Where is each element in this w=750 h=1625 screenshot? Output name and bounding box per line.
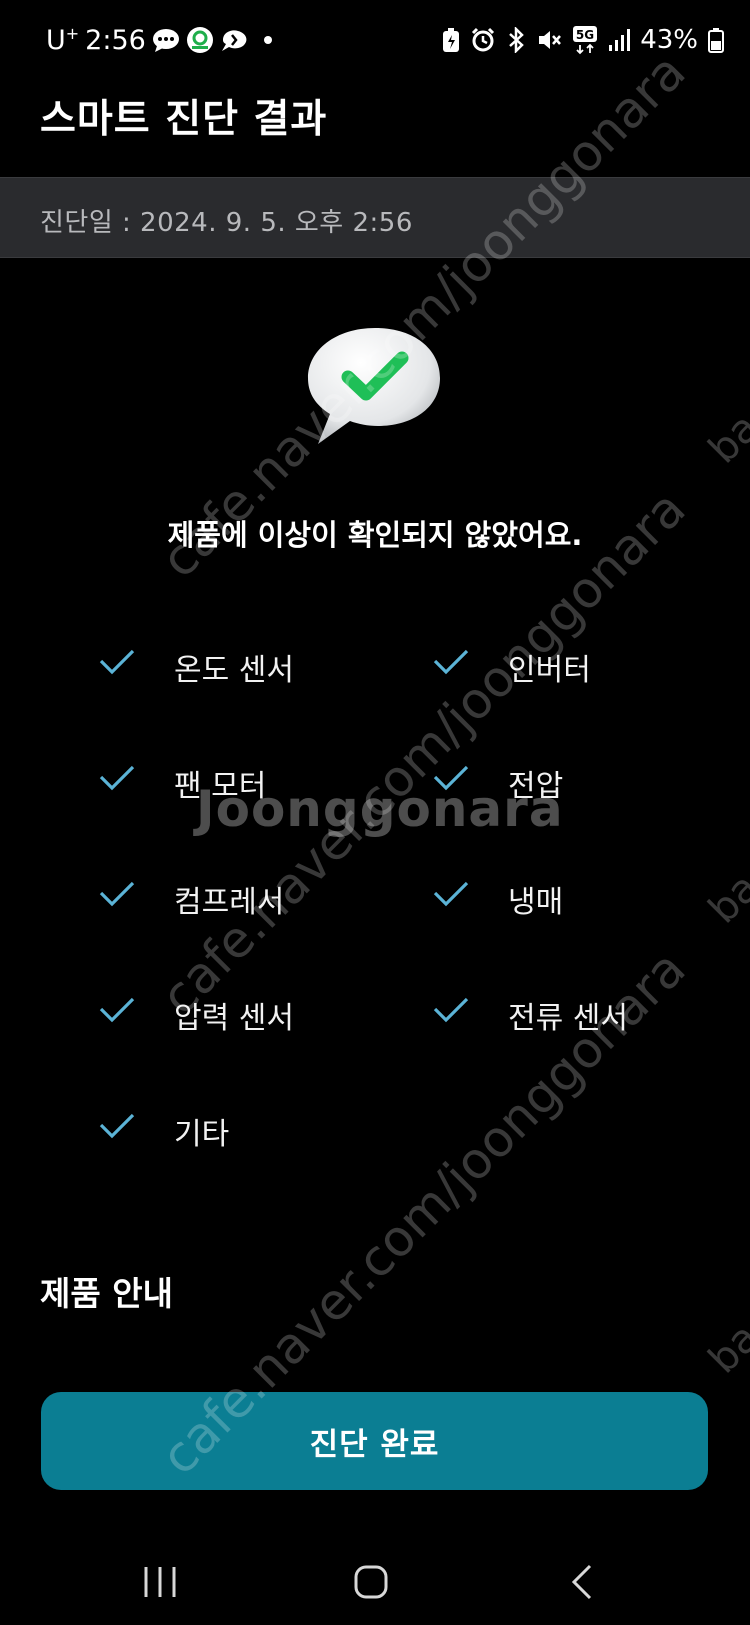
battery-saver-icon xyxy=(442,27,460,53)
check-label: 전압 xyxy=(508,769,564,804)
bluetooth-icon xyxy=(506,27,526,53)
check-icon xyxy=(99,765,135,791)
status-bar-left: U+ 2:56 xyxy=(46,22,272,58)
home-icon xyxy=(354,1565,388,1599)
watermark-cafe-url-2: cafe.naver.com/joonggonara xyxy=(150,479,697,1027)
signal-icon xyxy=(608,27,631,53)
clock: 2:56 xyxy=(85,24,146,56)
status-bar: U+ 2:56 5G 43% xyxy=(0,0,750,78)
check-label: 냉매 xyxy=(508,885,564,920)
screen: U+ 2:56 5G 43% 스마트 진단 결과 진단일: 2024. 9. … xyxy=(0,0,750,1625)
check-label: 온도 센서 xyxy=(174,653,294,688)
speech-bubble-check-icon xyxy=(300,322,450,452)
product-guide-title[interactable]: 제품 안내 xyxy=(40,1267,173,1315)
svg-text:5G: 5G xyxy=(576,28,594,42)
back-icon xyxy=(571,1564,592,1600)
check-icon xyxy=(99,997,135,1023)
check-icon xyxy=(433,997,469,1023)
watermark-edge-2: ba xyxy=(700,864,750,933)
system-nav-bar xyxy=(0,1540,750,1625)
check-icon xyxy=(433,881,469,907)
check-icon xyxy=(433,765,469,791)
home-button[interactable] xyxy=(331,1552,411,1612)
alarm-icon xyxy=(470,27,496,53)
carrier-label: U+ xyxy=(46,24,80,56)
message-icon xyxy=(152,27,180,53)
check-icon xyxy=(99,649,135,675)
diagnosis-date-bar: 진단일 : 2024. 9. 5. 오후 2:56 xyxy=(0,177,750,258)
battery-percent: 43% xyxy=(640,25,698,55)
check-label: 압력 센서 xyxy=(174,1001,294,1036)
network-5g-icon: 5G xyxy=(572,25,598,55)
mute-icon xyxy=(536,27,562,53)
diagnosis-done-button[interactable]: 진단 완료 xyxy=(41,1392,708,1490)
app-notification-icon xyxy=(186,26,214,54)
check-icon xyxy=(99,881,135,907)
battery-icon xyxy=(708,27,724,53)
result-message: 제품에 이상이 확인되지 않았어요. xyxy=(167,518,583,552)
diagnosis-date: 진단일 : 2024. 9. 5. 오후 2:56 xyxy=(40,208,413,238)
check-icon xyxy=(99,1113,135,1139)
check-label: 팬 모터 xyxy=(174,769,267,804)
check-label: 컴프레서 xyxy=(174,885,285,920)
recents-icon xyxy=(144,1567,176,1597)
watermark-edge-1: ba xyxy=(700,404,750,473)
more-notifications-dot xyxy=(263,36,272,44)
talk-notification-icon xyxy=(220,27,250,53)
recents-button[interactable] xyxy=(120,1552,200,1612)
watermark-edge-3: ba xyxy=(700,1314,750,1383)
check-icon xyxy=(433,649,469,675)
check-label: 인버터 xyxy=(508,653,591,688)
check-label: 기타 xyxy=(174,1117,230,1152)
back-button[interactable] xyxy=(542,1552,622,1612)
page-title: 스마트 진단 결과 xyxy=(40,97,328,142)
check-label: 전류 센서 xyxy=(508,1001,628,1036)
status-bar-right: 5G 43% xyxy=(442,22,724,58)
